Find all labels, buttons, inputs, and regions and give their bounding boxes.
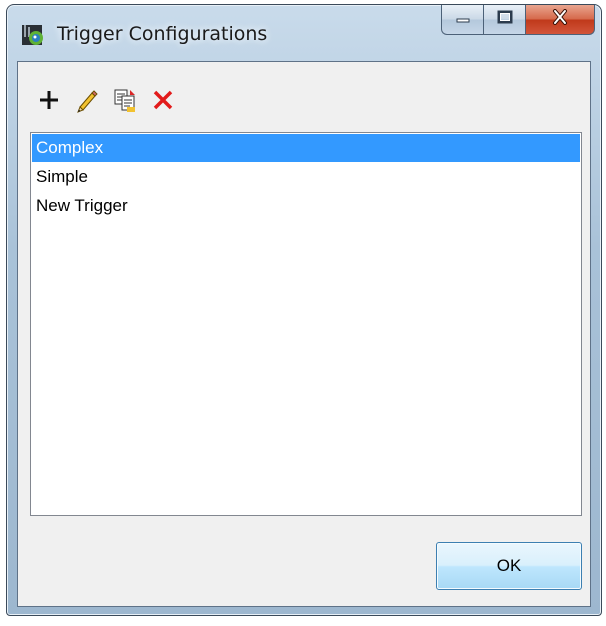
delete-button[interactable] xyxy=(144,82,182,122)
dialog-window: Trigger Configurations Complex Simple Ne… xyxy=(6,4,602,616)
list-item-new-trigger[interactable]: New Trigger xyxy=(32,192,580,220)
minimize-button[interactable] xyxy=(441,5,483,35)
maximize-icon xyxy=(497,10,513,29)
ok-button[interactable]: OK xyxy=(436,542,582,590)
close-icon xyxy=(551,9,569,30)
edit-button[interactable] xyxy=(68,82,106,122)
trigger-list[interactable]: Complex Simple New Trigger xyxy=(30,132,582,516)
delete-x-icon xyxy=(151,88,175,117)
copy-button[interactable] xyxy=(106,82,144,122)
plus-icon xyxy=(37,88,61,117)
close-button[interactable] xyxy=(525,5,595,35)
minimize-icon xyxy=(455,11,471,29)
list-item-complex[interactable]: Complex xyxy=(32,134,580,162)
maximize-button[interactable] xyxy=(483,5,525,35)
list-item-simple[interactable]: Simple xyxy=(32,163,580,191)
copy-icon xyxy=(112,87,138,118)
caption-buttons xyxy=(441,5,595,35)
app-icon xyxy=(21,23,45,47)
title-bar[interactable]: Trigger Configurations xyxy=(7,5,601,61)
toolbar xyxy=(30,72,580,132)
dialog-client-area: Complex Simple New Trigger OK xyxy=(17,61,591,607)
window-title: Trigger Configurations xyxy=(57,23,268,45)
add-button[interactable] xyxy=(30,82,68,122)
pencil-icon xyxy=(74,87,100,118)
